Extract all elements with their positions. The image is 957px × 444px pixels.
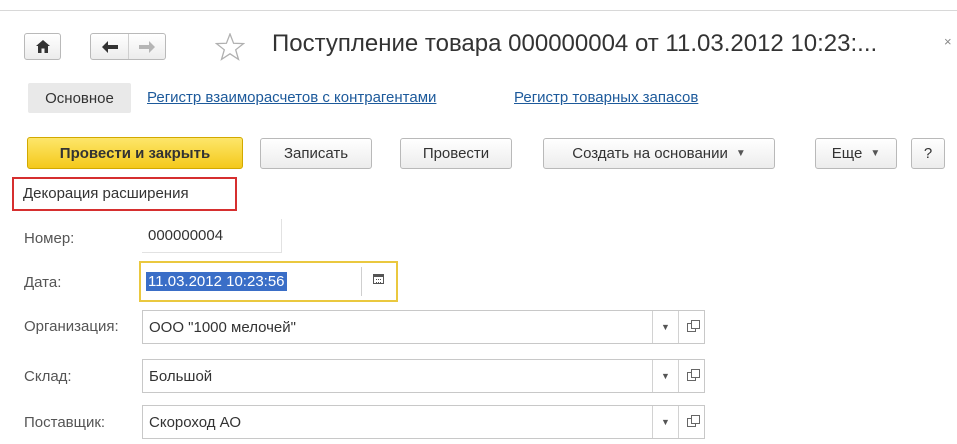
- window-title: Поступление товара 000000004 от 11.03.20…: [272, 30, 878, 57]
- help-button[interactable]: ?: [911, 138, 945, 169]
- star-outline-icon: [214, 32, 246, 61]
- supplier-label: Поставщик:: [24, 414, 106, 431]
- arrow-left-icon: [101, 40, 118, 53]
- top-divider: [0, 10, 957, 11]
- open-form-icon: [687, 368, 700, 381]
- calendar-icon[interactable]: [373, 274, 384, 284]
- post-and-close-button[interactable]: Провести и закрыть: [27, 137, 243, 169]
- open-form-icon: [687, 319, 700, 332]
- close-icon[interactable]: ×: [944, 34, 952, 49]
- save-button[interactable]: Записать: [260, 138, 372, 169]
- date-field[interactable]: 11.03.2012 10:23:56: [139, 261, 398, 302]
- date-value: 11.03.2012 10:23:56: [146, 272, 287, 291]
- history-nav: [90, 33, 166, 60]
- arrow-right-icon: [139, 40, 155, 53]
- chevron-down-icon: ▼: [735, 148, 746, 159]
- organization-label: Организация:: [24, 318, 119, 335]
- organization-open-button[interactable]: [678, 311, 704, 343]
- warehouse-field[interactable]: Большой ▼: [142, 359, 705, 393]
- more-label: Еще: [831, 145, 863, 162]
- number-field[interactable]: 000000004: [142, 219, 282, 253]
- organization-dropdown-button[interactable]: ▼: [652, 311, 678, 343]
- tab-inventory-register[interactable]: Регистр товарных запасов: [514, 89, 698, 106]
- supplier-open-button[interactable]: [678, 406, 704, 438]
- tab-settlements-register[interactable]: Регистр взаиморасчетов с контрагентами: [147, 89, 436, 106]
- more-button[interactable]: Еще ▼: [815, 138, 897, 169]
- home-button[interactable]: [24, 33, 61, 60]
- supplier-dropdown-button[interactable]: ▼: [652, 406, 678, 438]
- divider: [361, 267, 362, 296]
- number-label: Номер:: [24, 230, 75, 247]
- back-button[interactable]: [91, 34, 128, 59]
- organization-field[interactable]: ООО "1000 мелочей" ▼: [142, 310, 705, 344]
- create-based-on-button[interactable]: Создать на основании ▼: [543, 138, 775, 169]
- favorite-button[interactable]: [214, 32, 246, 61]
- supplier-field[interactable]: Скороход АО ▼: [142, 405, 705, 439]
- organization-value: ООО "1000 мелочей": [149, 318, 296, 336]
- warehouse-value: Большой: [149, 367, 213, 385]
- chevron-down-icon: ▼: [661, 417, 670, 427]
- home-icon: [35, 40, 50, 53]
- supplier-value: Скороход АО: [149, 413, 242, 431]
- create-based-on-label: Создать на основании: [572, 145, 728, 162]
- chevron-down-icon: ▼: [661, 322, 670, 332]
- chevron-down-icon: ▼: [661, 371, 670, 381]
- forward-button[interactable]: [128, 34, 165, 59]
- chevron-down-icon: ▼: [870, 148, 881, 159]
- warehouse-dropdown-button[interactable]: ▼: [652, 360, 678, 392]
- warehouse-open-button[interactable]: [678, 360, 704, 392]
- post-button[interactable]: Провести: [400, 138, 512, 169]
- extension-decoration-label: Декорация расширения: [23, 185, 189, 202]
- number-value: 000000004: [148, 227, 224, 244]
- tab-main[interactable]: Основное: [28, 83, 131, 113]
- date-label: Дата:: [24, 274, 62, 291]
- open-form-icon: [687, 414, 700, 427]
- warehouse-label: Склад:: [24, 368, 72, 385]
